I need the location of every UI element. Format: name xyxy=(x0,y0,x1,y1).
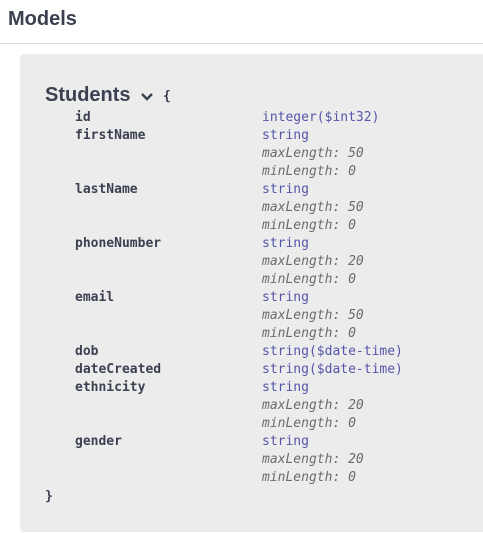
property-constraint: minLength: 0 xyxy=(262,164,356,179)
property-type: string xyxy=(262,379,309,397)
property-type-name: string xyxy=(262,434,309,449)
property-constraint: maxLength: 50 xyxy=(262,308,364,323)
models-section-title: Models xyxy=(8,8,77,30)
property-type: string($date-time) xyxy=(262,343,403,361)
property-name: firstName xyxy=(75,128,146,143)
property-type: integer($int32) xyxy=(262,109,379,127)
property-constraint: maxLength: 20 xyxy=(262,398,364,413)
property-format: ($date-time) xyxy=(308,344,403,359)
property-type: string($date-time) xyxy=(262,361,403,379)
property-name: phoneNumber xyxy=(75,236,162,251)
property-format: ($int32) xyxy=(316,110,380,125)
property-type: string xyxy=(262,433,309,451)
property-type-name: string xyxy=(262,236,309,251)
property-constraint: maxLength: 20 xyxy=(262,452,364,467)
property-type-name: string xyxy=(262,380,309,395)
property-type: string xyxy=(262,181,309,199)
property-constraint: minLength: 0 xyxy=(262,218,356,233)
model-panel-students: Students { id integer($int32) firstName str… xyxy=(20,54,483,532)
property-type-name: string xyxy=(262,128,309,143)
property-type-name: string xyxy=(262,362,309,377)
property-constraint: minLength: 0 xyxy=(262,326,356,341)
models-section-header[interactable]: Models xyxy=(0,0,483,44)
property-constraint: maxLength: 50 xyxy=(262,146,364,161)
property-type: string xyxy=(262,289,309,307)
model-title[interactable]: Students xyxy=(45,84,131,107)
property-name: dob xyxy=(75,344,99,359)
close-brace: } xyxy=(45,489,53,504)
property-constraint: minLength: 0 xyxy=(262,470,356,485)
property-constraint: maxLength: 50 xyxy=(262,200,364,215)
property-type-name: string xyxy=(262,182,309,197)
open-brace: { xyxy=(163,89,171,104)
property-name: id xyxy=(75,110,91,125)
property-type: string xyxy=(262,127,309,145)
property-constraint: maxLength: 20 xyxy=(262,254,364,269)
property-type: string xyxy=(262,235,309,253)
property-constraint: minLength: 0 xyxy=(262,272,356,287)
property-name: lastName xyxy=(75,182,138,197)
property-name: ethnicity xyxy=(75,380,146,395)
property-name: gender xyxy=(75,434,122,449)
property-type-name: string xyxy=(262,344,309,359)
property-format: ($date-time) xyxy=(308,362,403,377)
property-name: dateCreated xyxy=(75,362,162,377)
property-constraint: minLength: 0 xyxy=(262,416,356,431)
chevron-down-icon[interactable] xyxy=(140,92,154,102)
property-type-name: string xyxy=(262,290,309,305)
property-type-name: integer xyxy=(262,110,317,125)
property-name: email xyxy=(75,290,115,305)
